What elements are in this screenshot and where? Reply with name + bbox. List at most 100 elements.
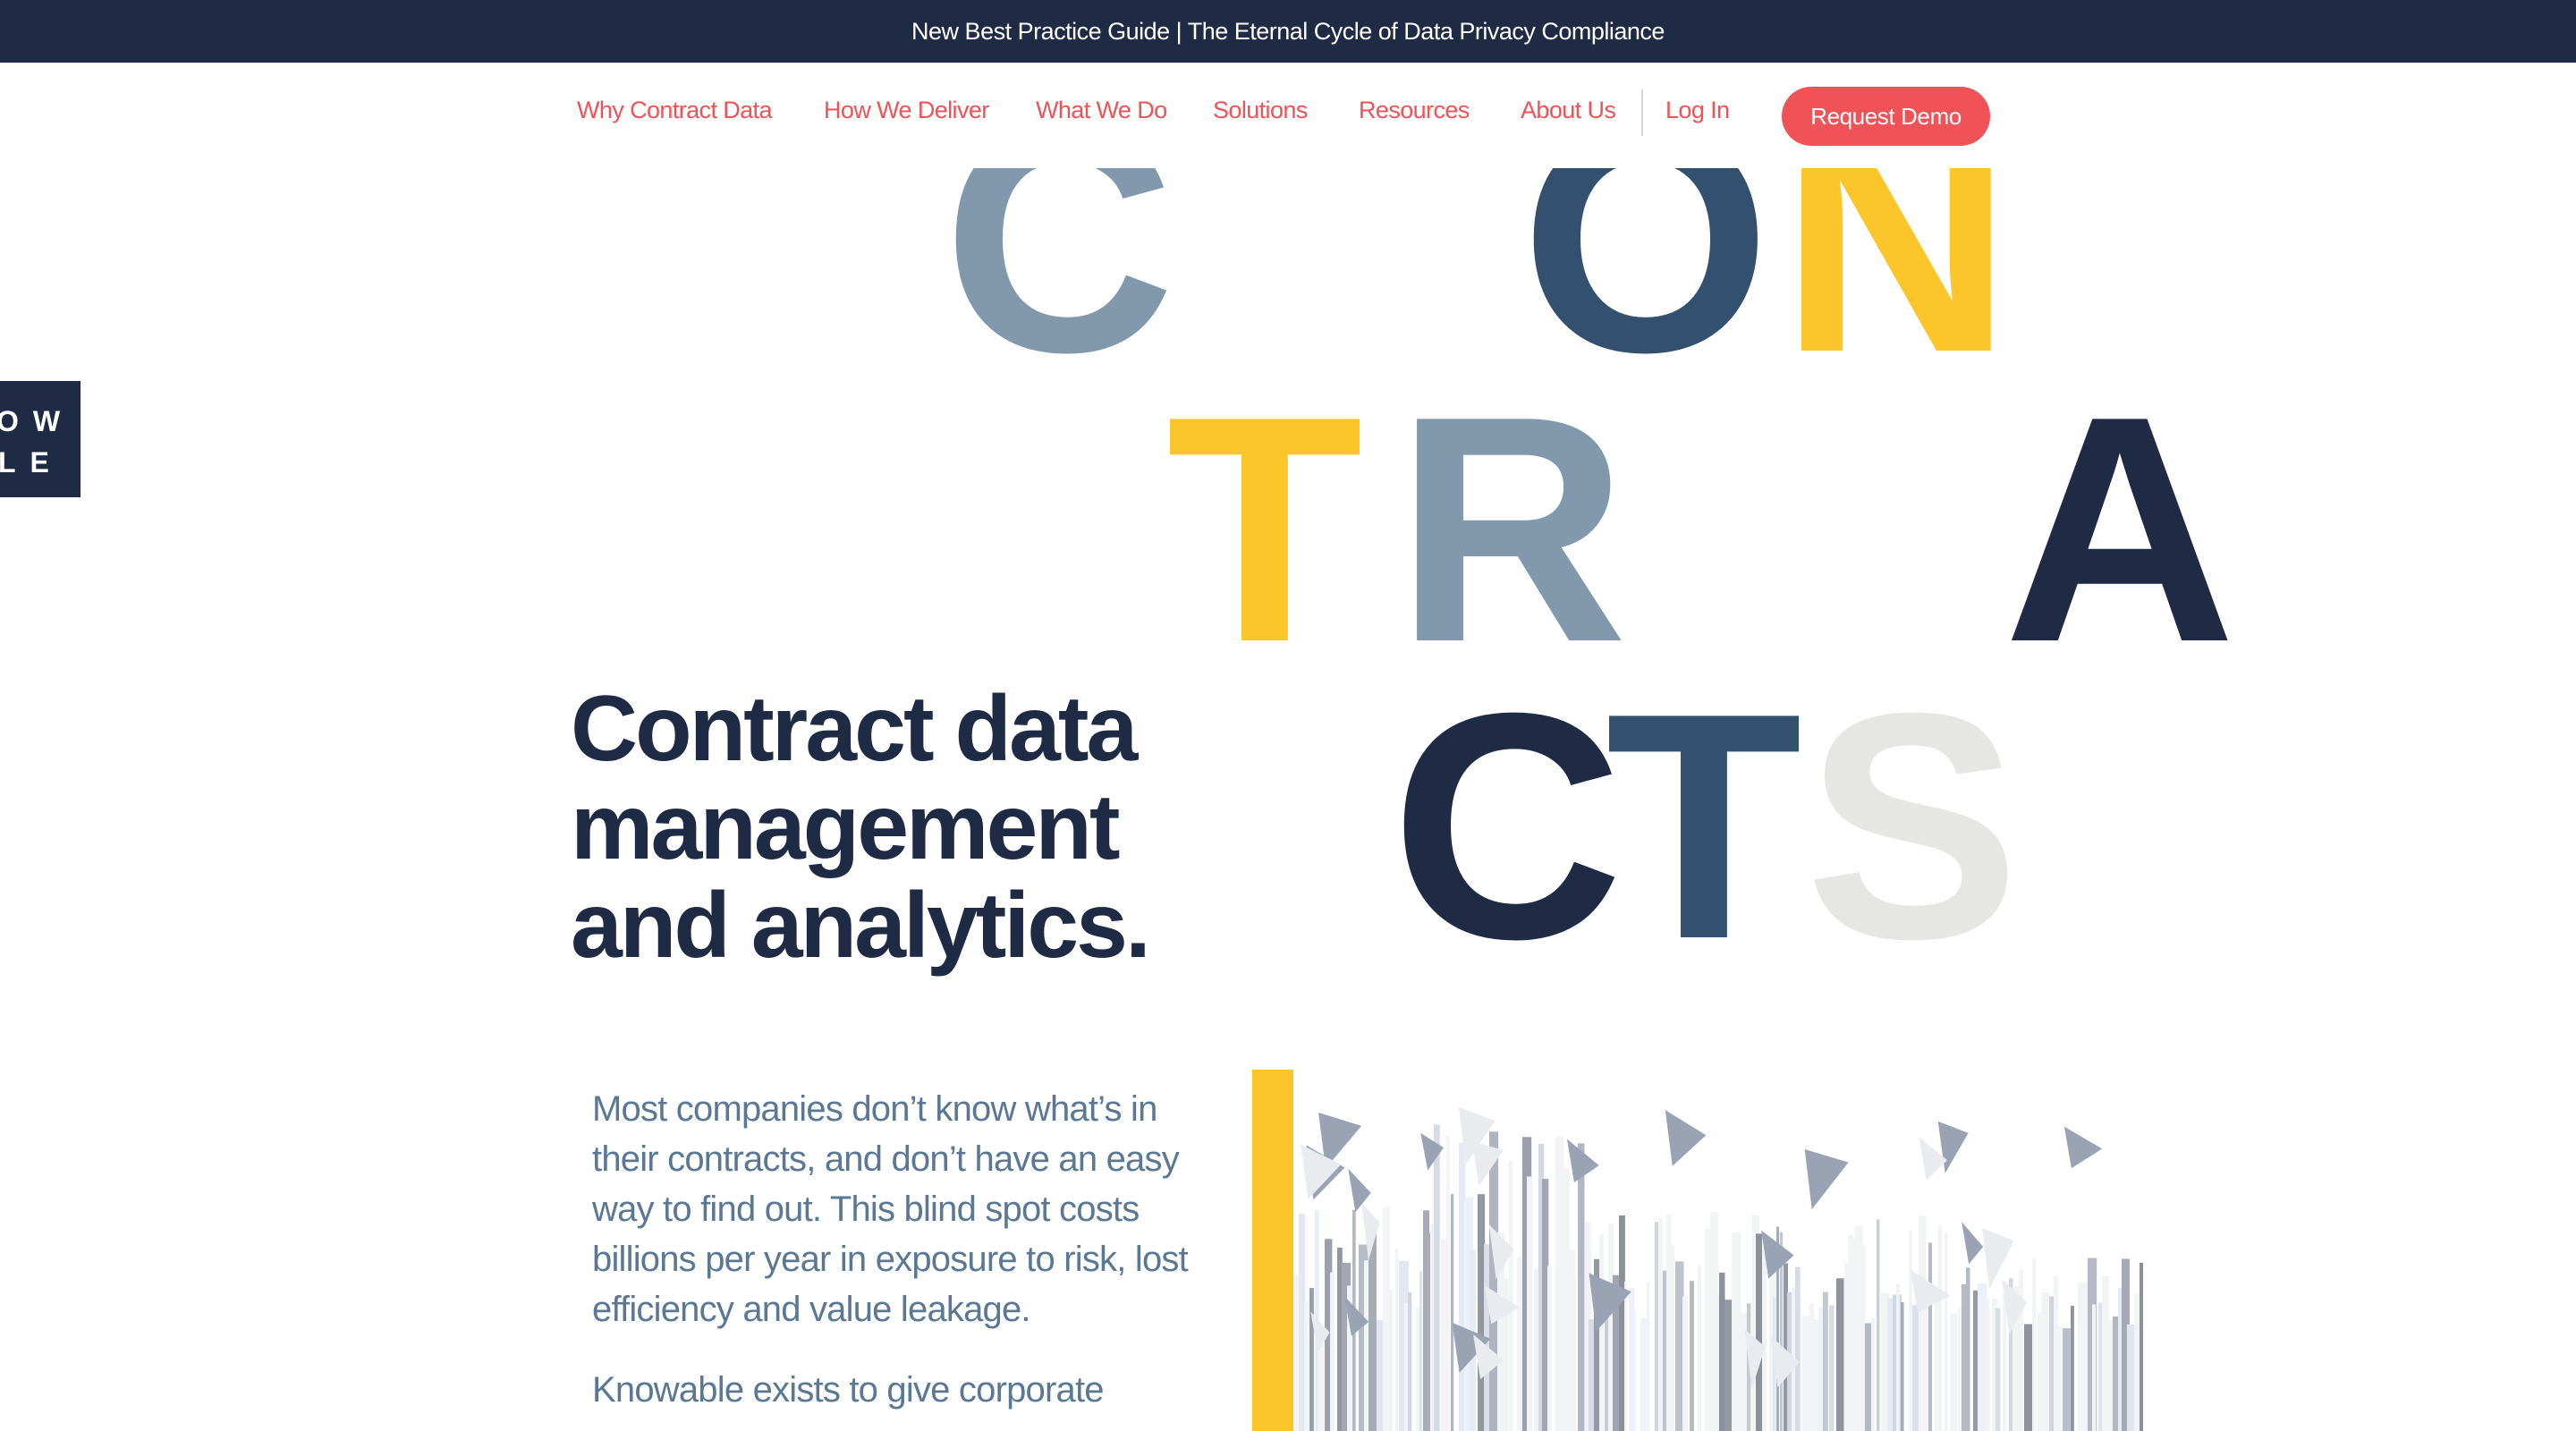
paper-strip (1404, 1303, 1408, 1431)
paper-strip (1658, 1219, 1663, 1431)
paper-strip (1387, 1290, 1394, 1431)
paper-strip (1896, 1283, 1900, 1431)
paper-strip (1578, 1143, 1585, 1431)
hero-paragraph-2: Knowable exists to give corporate (592, 1370, 1105, 1410)
paper-strip (1732, 1232, 1741, 1431)
request-demo-button[interactable]: Request Demo (1782, 87, 1990, 146)
paper-strip (1330, 1272, 1335, 1431)
paper-fragment (1665, 1110, 1707, 1166)
nav-divider (1641, 89, 1643, 136)
paper-strip (1309, 1288, 1314, 1431)
hero-letter-t: T (1166, 350, 1363, 709)
hero-headline: Contract data management and analytics. (571, 680, 1250, 975)
paper-strip (1829, 1305, 1835, 1431)
paper-strip (1945, 1232, 1947, 1431)
paper-strip (1446, 1136, 1450, 1431)
paper-strip (1756, 1233, 1763, 1431)
logo-line-1: OW (0, 405, 75, 437)
hero-letter-r: R (1395, 350, 1628, 709)
paper-strip (1958, 1307, 1962, 1431)
paper-strip (1647, 1283, 1650, 1431)
paper-strip (1938, 1226, 1942, 1431)
paper-strip (1509, 1160, 1513, 1431)
hero-paragraph-1: Most companies don’t know what’s in thei… (592, 1089, 1189, 1329)
paper-fragment (2063, 1126, 2103, 1169)
nav-item-resources[interactable]: Resources (1359, 97, 1470, 124)
login-link[interactable]: Log In (1665, 97, 1730, 124)
paper-strip (1547, 1266, 1552, 1431)
paper-strip (1478, 1194, 1486, 1431)
paper-strip (1666, 1214, 1672, 1431)
paper-strip (1430, 1224, 1435, 1431)
paper-strip (1451, 1194, 1454, 1431)
paper-strip (1814, 1319, 1819, 1431)
paper-strip (1489, 1131, 1499, 1431)
headline-line-2: management (571, 775, 1121, 879)
paper-strip (1966, 1267, 1970, 1431)
paper-strip (1434, 1124, 1440, 1431)
paper-strip (2071, 1305, 2074, 1431)
paper-strip (1589, 1319, 1594, 1431)
nav-item-what-we-do[interactable]: What We Do (1036, 97, 1167, 124)
paper-strip (2092, 1304, 2097, 1431)
paper-strip (1395, 1249, 1399, 1431)
paper-fragment (1420, 1132, 1444, 1171)
paper-strip (1996, 1308, 2001, 1431)
paper-strip (1527, 1176, 1533, 1431)
paper-strip (1901, 1302, 1904, 1431)
paper-strip (1337, 1248, 1343, 1431)
nav-item-why-contract-data[interactable]: Why Contract Data (577, 97, 772, 124)
logo-line-2: LE (0, 446, 64, 478)
paper-strip (1724, 1300, 1733, 1431)
announcement-banner[interactable]: New Best Practice Guide | The Eternal Cy… (0, 0, 2576, 63)
paper-strip (2042, 1292, 2049, 1431)
paper-strip (1909, 1230, 1912, 1431)
logo[interactable]: OW LE (0, 381, 80, 497)
paper-strip (1633, 1308, 1636, 1431)
hero-letter-a: A (2004, 350, 2236, 709)
paper-strip (1877, 1219, 1880, 1431)
paper-stacks-image (1293, 1106, 2143, 1431)
paper-strip (2140, 1263, 2143, 1431)
paper-strip (2019, 1269, 2023, 1431)
headline-line-3: and analytics. (571, 874, 1151, 978)
paper-strip (1844, 1262, 1848, 1431)
nav-item-how-we-deliver[interactable]: How We Deliver (824, 97, 989, 124)
paper-strip (1690, 1281, 1694, 1431)
paper-strip (1762, 1233, 1767, 1431)
paper-strip (1619, 1215, 1625, 1431)
paper-strip (1836, 1278, 1844, 1431)
paper-strip (1740, 1312, 1748, 1431)
paper-strip (1818, 1308, 1824, 1431)
paper-fragment (1962, 1222, 1984, 1265)
paper-strip (1304, 1301, 1309, 1431)
paper-strip (1795, 1266, 1801, 1431)
paper-strip (1859, 1244, 1866, 1431)
hero-letter-c2: C (1391, 647, 1623, 1006)
paper-strip (2038, 1311, 2043, 1431)
paper-strip (1671, 1244, 1674, 1431)
nav-item-solutions[interactable]: Solutions (1213, 97, 1308, 124)
paper-strip (1986, 1298, 1990, 1431)
nav-item-about-us[interactable]: About Us (1521, 97, 1616, 124)
paper-fragment (1804, 1148, 1849, 1210)
paper-strip (1624, 1281, 1627, 1431)
paper-strip (1978, 1283, 1987, 1431)
hero-letter-t2: T (1606, 647, 1802, 1006)
paper-strip (1698, 1266, 1701, 1431)
paper-strip (2102, 1275, 2109, 1431)
paper-strip (1441, 1239, 1446, 1431)
main-nav: Why Contract Data How We Deliver What We… (0, 63, 2576, 170)
paper-strip (1928, 1242, 1932, 1431)
hero-description: Most companies don’t know what’s in thei… (592, 1084, 1218, 1431)
paper-strip (1871, 1317, 1876, 1431)
paper-strip (1408, 1292, 1412, 1431)
hero-letter-s: S (1805, 647, 2020, 1006)
paper-strip (1419, 1271, 1423, 1431)
paper-strip (1809, 1303, 1815, 1431)
paper-strip (1599, 1234, 1604, 1431)
paper-strip (1823, 1291, 1828, 1431)
announcement-text[interactable]: New Best Practice Guide | The Eternal Cy… (911, 18, 1665, 46)
paper-fragment (1937, 1121, 1969, 1173)
paper-strip (1293, 1274, 1300, 1431)
